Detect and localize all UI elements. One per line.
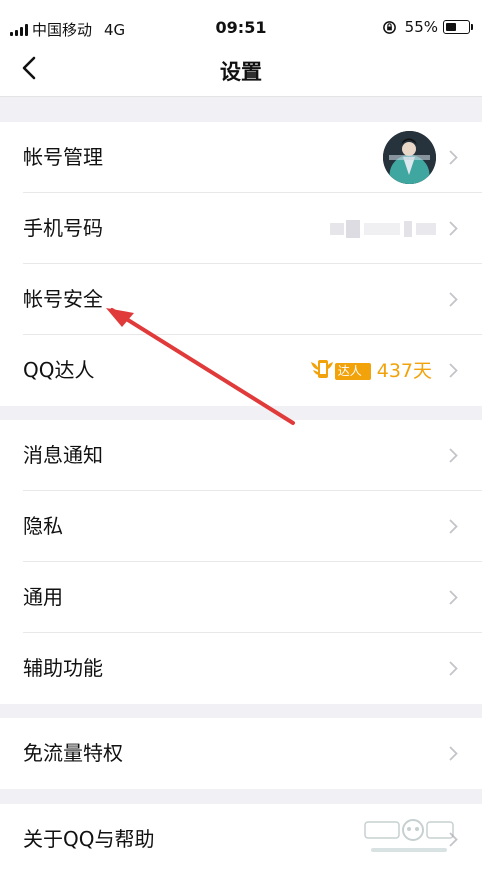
chevron-right-icon [449, 519, 458, 534]
talent-days: 437天 [376, 360, 432, 382]
back-button[interactable] [12, 50, 48, 86]
blurred-phone-value [330, 220, 436, 238]
row-account-management[interactable]: 帐号管理 [0, 122, 482, 193]
general-group: 消息通知 隐私 通用 辅助功能 [0, 420, 482, 704]
row-general[interactable]: 通用 [0, 562, 482, 633]
row-phone-number[interactable]: 手机号码 [0, 193, 482, 264]
orientation-lock-icon [382, 20, 396, 34]
account-group: 帐号管理 手机号码 帐号安全 QQ达人 达人 437天 [0, 122, 482, 406]
row-privacy[interactable]: 隐私 [0, 491, 482, 562]
chevron-right-icon [449, 590, 458, 605]
row-label: QQ达人 [23, 358, 95, 382]
row-label: 关于QQ与帮助 [23, 827, 155, 851]
row-label: 消息通知 [23, 443, 103, 467]
row-label: 免流量特权 [23, 741, 123, 765]
row-label: 帐号安全 [23, 287, 103, 311]
status-bar: 中国移动 4G 09:51 55% [0, 0, 482, 40]
talent-info: 达人 437天 [309, 356, 432, 383]
talent-badge-label: 达人 [337, 363, 362, 378]
battery-icon [443, 20, 473, 34]
chevron-right-icon [449, 448, 458, 463]
nav-bar: 设置 [0, 40, 482, 97]
page-title: 设置 [220, 60, 262, 84]
chevron-right-icon [449, 221, 458, 236]
row-notifications[interactable]: 消息通知 [0, 420, 482, 491]
row-label: 手机号码 [23, 216, 103, 240]
row-qq-talent[interactable]: QQ达人 达人 437天 [0, 335, 482, 406]
row-free-data[interactable]: 免流量特权 [0, 718, 482, 789]
status-right: 55% [382, 18, 473, 36]
row-label: 隐私 [23, 514, 63, 538]
chevron-right-icon [449, 661, 458, 676]
watermark-logo [364, 819, 454, 852]
data-group: 免流量特权 [0, 718, 482, 789]
avatar[interactable] [383, 131, 436, 184]
row-account-security[interactable]: 帐号安全 [0, 264, 482, 335]
row-label: 帐号管理 [23, 145, 103, 169]
chevron-right-icon [449, 746, 458, 761]
chevron-right-icon [449, 363, 458, 378]
chevron-right-icon [449, 292, 458, 307]
row-label: 通用 [23, 585, 63, 609]
talent-badge: 达人 [309, 358, 371, 382]
row-label: 辅助功能 [23, 656, 103, 680]
chevron-right-icon [449, 150, 458, 165]
row-accessibility[interactable]: 辅助功能 [0, 633, 482, 704]
battery-percent: 55% [404, 18, 438, 36]
